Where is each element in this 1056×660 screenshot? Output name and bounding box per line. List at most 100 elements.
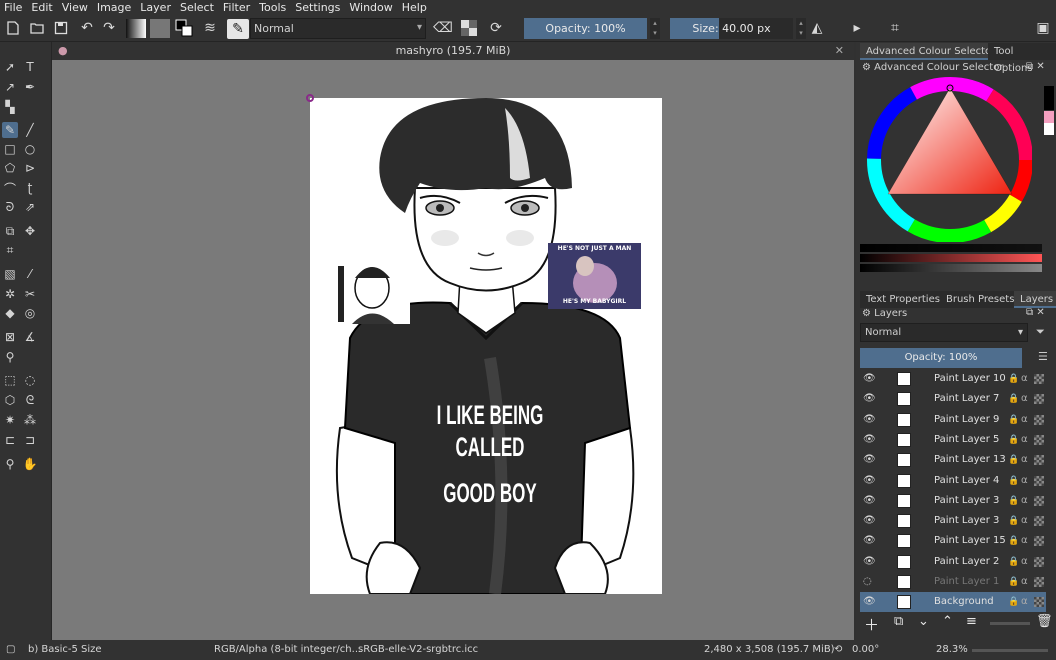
lock-icon[interactable]: 🔒: [1008, 369, 1019, 389]
menu-help[interactable]: Help: [402, 1, 427, 14]
mirror-vertical-icon[interactable]: ▸: [848, 19, 866, 37]
eraser-icon[interactable]: ⌫: [433, 19, 453, 37]
rotation-icon[interactable]: ⟲: [834, 640, 842, 660]
lock-icon[interactable]: 🔒: [1008, 531, 1019, 551]
eye-icon[interactable]: 👁: [863, 450, 876, 470]
ellipse-tool-icon[interactable]: ○: [22, 141, 38, 157]
polygon-select-icon[interactable]: ⬡: [2, 392, 18, 408]
layer-row[interactable]: 👁 Paint Layer 2 🔒 α: [860, 552, 1046, 572]
reload-preset-icon[interactable]: ⟳: [487, 19, 505, 37]
lock-icon[interactable]: 🔒: [1008, 471, 1019, 491]
layer-row[interactable]: 👁 Paint Layer 3 🔒 α: [860, 511, 1046, 531]
layer-properties-icon[interactable]: ≡: [966, 614, 977, 629]
bezier-select-icon[interactable]: ⊏: [2, 432, 18, 448]
inherit-alpha-icon[interactable]: [1034, 455, 1044, 466]
workspace-menu-icon[interactable]: ≋: [201, 19, 219, 37]
layer-menu-icon[interactable]: ☰: [1038, 350, 1048, 363]
eye-icon[interactable]: 👁: [863, 592, 876, 612]
mirror-horizontal-icon[interactable]: ◭: [808, 19, 826, 37]
eye-icon[interactable]: 👁: [863, 389, 876, 409]
thumbnail-size-slider[interactable]: [990, 622, 1030, 625]
menu-layer[interactable]: Layer: [140, 1, 171, 14]
layer-row[interactable]: 👁 Background 🔒 α: [860, 592, 1046, 613]
inherit-alpha-icon[interactable]: [1034, 475, 1044, 486]
alpha-lock-icon[interactable]: α: [1021, 430, 1028, 450]
inherit-alpha-icon[interactable]: [1034, 394, 1044, 405]
transform-tool-icon[interactable]: ⧉: [2, 223, 18, 239]
layer-row[interactable]: 👁 Paint Layer 7 🔒 α: [860, 389, 1046, 409]
alpha-lock-icon[interactable]: α: [1021, 389, 1028, 409]
panel-layout-icon[interactable]: ▣: [1034, 19, 1052, 37]
eye-icon[interactable]: 👁: [863, 369, 876, 389]
alpha-lock-icon[interactable]: α: [1021, 410, 1028, 430]
alpha-lock-icon[interactable]: α: [1021, 369, 1028, 389]
opacity-slider[interactable]: Opacity: 100%: [524, 18, 647, 39]
duplicate-layer-icon[interactable]: ⧉: [894, 614, 903, 629]
inherit-alpha-icon[interactable]: [1034, 414, 1044, 425]
tab-tool-options[interactable]: Tool Options: [988, 43, 1056, 74]
layer-blend-mode-select[interactable]: Normal ▾: [860, 323, 1028, 342]
lock-icon[interactable]: 🔒: [1008, 491, 1019, 511]
inherit-alpha-icon[interactable]: [1034, 516, 1044, 527]
freehand-select-icon[interactable]: ᘓ: [22, 392, 38, 408]
lock-icon[interactable]: 🔒: [1008, 450, 1019, 470]
alpha-lock-icon[interactable]: α: [1021, 552, 1028, 572]
dynamic-brush-icon[interactable]: ᘐ: [2, 199, 18, 215]
eye-icon[interactable]: 👁: [863, 511, 876, 531]
move-tool-icon[interactable]: ✥: [22, 223, 38, 239]
edit-shapes-icon[interactable]: ↗: [2, 79, 18, 95]
alpha-lock-icon[interactable]: α: [1021, 531, 1028, 551]
tab-layers[interactable]: Layers: [1014, 291, 1056, 308]
smart-patch-icon[interactable]: ✂: [22, 286, 38, 302]
gradient-tool-icon[interactable]: ▧: [2, 266, 18, 282]
undo-icon[interactable]: ↶: [78, 19, 96, 37]
lock-icon[interactable]: 🔒: [1008, 389, 1019, 409]
inherit-alpha-icon[interactable]: [1034, 597, 1044, 608]
freehand-path-icon[interactable]: ʈ: [22, 180, 38, 196]
similar-select-icon[interactable]: ⁂: [22, 412, 38, 428]
lock-icon[interactable]: 🔒: [1008, 511, 1019, 531]
lock-icon[interactable]: 🔒: [1008, 592, 1019, 612]
status-zoom[interactable]: 28.3%: [936, 640, 968, 660]
inherit-alpha-icon[interactable]: [1034, 434, 1044, 445]
polyline-tool-icon[interactable]: ⊳: [22, 160, 38, 176]
layer-row[interactable]: 👁 Paint Layer 9 🔒 α: [860, 410, 1046, 430]
alpha-lock-icon[interactable]: α: [1021, 511, 1028, 531]
menu-edit[interactable]: Edit: [31, 1, 52, 14]
layer-row[interactable]: 👁 Paint Layer 4 🔒 α: [860, 471, 1046, 491]
polygon-tool-icon[interactable]: ⬠: [2, 160, 18, 176]
text-tool-icon[interactable]: T: [22, 59, 38, 75]
pan-tool-icon[interactable]: ✋: [22, 456, 38, 472]
recent-colour-swatch[interactable]: [1044, 111, 1054, 123]
inherit-alpha-icon[interactable]: [1034, 577, 1044, 587]
eye-hidden-icon[interactable]: ◌: [863, 572, 875, 592]
alpha-lock-icon[interactable]: α: [1021, 592, 1028, 612]
size-slider[interactable]: Size: 40.00 px: [670, 18, 793, 39]
blend-mode-select[interactable]: Normal ▾: [250, 18, 426, 39]
zoom-tool-icon[interactable]: ⚲: [2, 456, 18, 472]
eye-icon[interactable]: 👁: [863, 471, 876, 491]
layer-row[interactable]: ◌ Paint Layer 1 🔒 α: [860, 572, 1046, 592]
fill-tool-icon[interactable]: ◆: [2, 305, 18, 321]
inherit-alpha-icon[interactable]: [1034, 495, 1044, 506]
colour-shade-bar[interactable]: [860, 254, 1042, 262]
open-folder-icon[interactable]: [28, 19, 46, 37]
fg-colour-swatch[interactable]: [1044, 86, 1054, 110]
layer-row[interactable]: 👁 Paint Layer 5 🔒 α: [860, 430, 1046, 450]
calligraphy-icon[interactable]: ✒: [22, 79, 38, 95]
inherit-alpha-icon[interactable]: [1034, 374, 1044, 384]
filter-icon[interactable]: ⏷: [1036, 325, 1045, 339]
layer-row[interactable]: 👁 Paint Layer 15 🔒 α: [860, 531, 1046, 551]
rect-select-icon[interactable]: ⬚: [2, 372, 18, 388]
move-layer-up-icon[interactable]: ⌃: [942, 614, 953, 629]
alpha-lock-icon[interactable]: α: [1021, 572, 1028, 592]
eye-icon[interactable]: 👁: [863, 430, 876, 450]
float-layers-icon[interactable]: ⧉ ✕: [1026, 307, 1045, 318]
tab-brush-presets[interactable]: Brush Presets: [940, 291, 1021, 308]
line-tool-icon[interactable]: ╱: [22, 122, 38, 138]
canvas-area[interactable]: ● mashyro (195.7 MiB) ✕ HE'S NOT JUST A …: [52, 42, 854, 640]
close-document-icon[interactable]: ✕: [835, 42, 844, 60]
reference-tool-icon[interactable]: ⚲: [2, 349, 18, 365]
shape-tool-icon[interactable]: ▚: [2, 99, 18, 115]
layer-row[interactable]: 👁 Paint Layer 3 🔒 α: [860, 491, 1046, 511]
